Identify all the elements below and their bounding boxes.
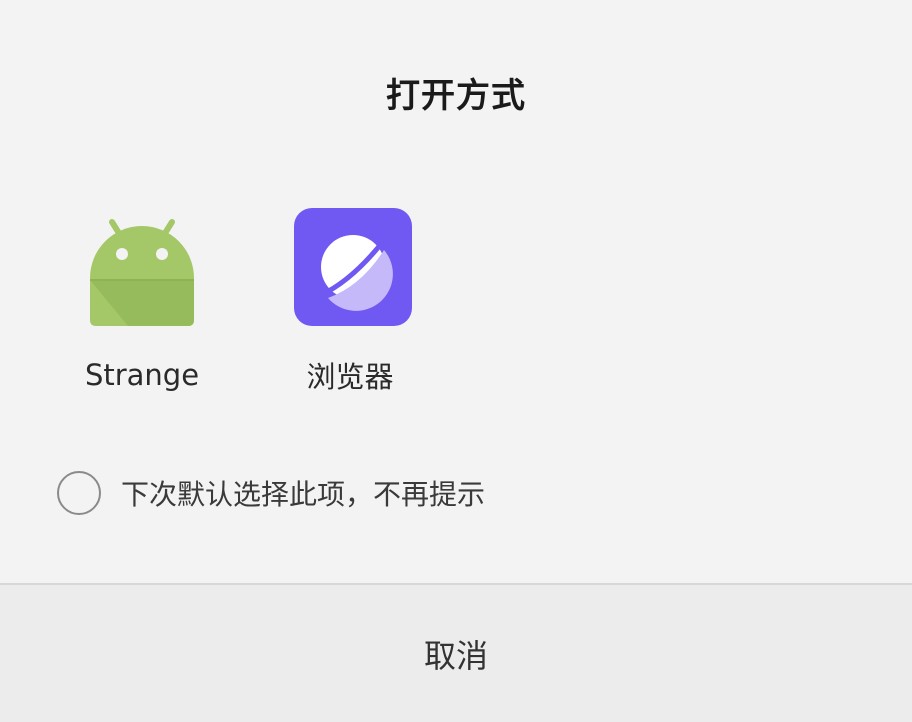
app-option-browser[interactable]: 浏览器 xyxy=(260,200,440,396)
app-label-strange: Strange xyxy=(84,358,200,392)
android-icon xyxy=(90,219,194,326)
remember-choice-row[interactable]: 下次默认选择此项，不再提示 xyxy=(57,471,485,515)
dialog-title: 打开方式 xyxy=(386,76,526,116)
remember-choice-label: 下次默认选择此项，不再提示 xyxy=(121,478,486,511)
open-with-dialog: 打开方式 Strange 浏览器 下次默认选择此项，不再提示 取消 xyxy=(0,0,912,722)
dialog-footer: 取消 xyxy=(0,585,912,722)
browser-planet-icon xyxy=(294,208,412,326)
remember-choice-radio[interactable] xyxy=(57,471,101,515)
cancel-button[interactable]: 取消 xyxy=(0,585,912,722)
app-option-strange[interactable]: Strange xyxy=(52,200,232,392)
app-label-browser: 浏览器 xyxy=(306,360,394,394)
